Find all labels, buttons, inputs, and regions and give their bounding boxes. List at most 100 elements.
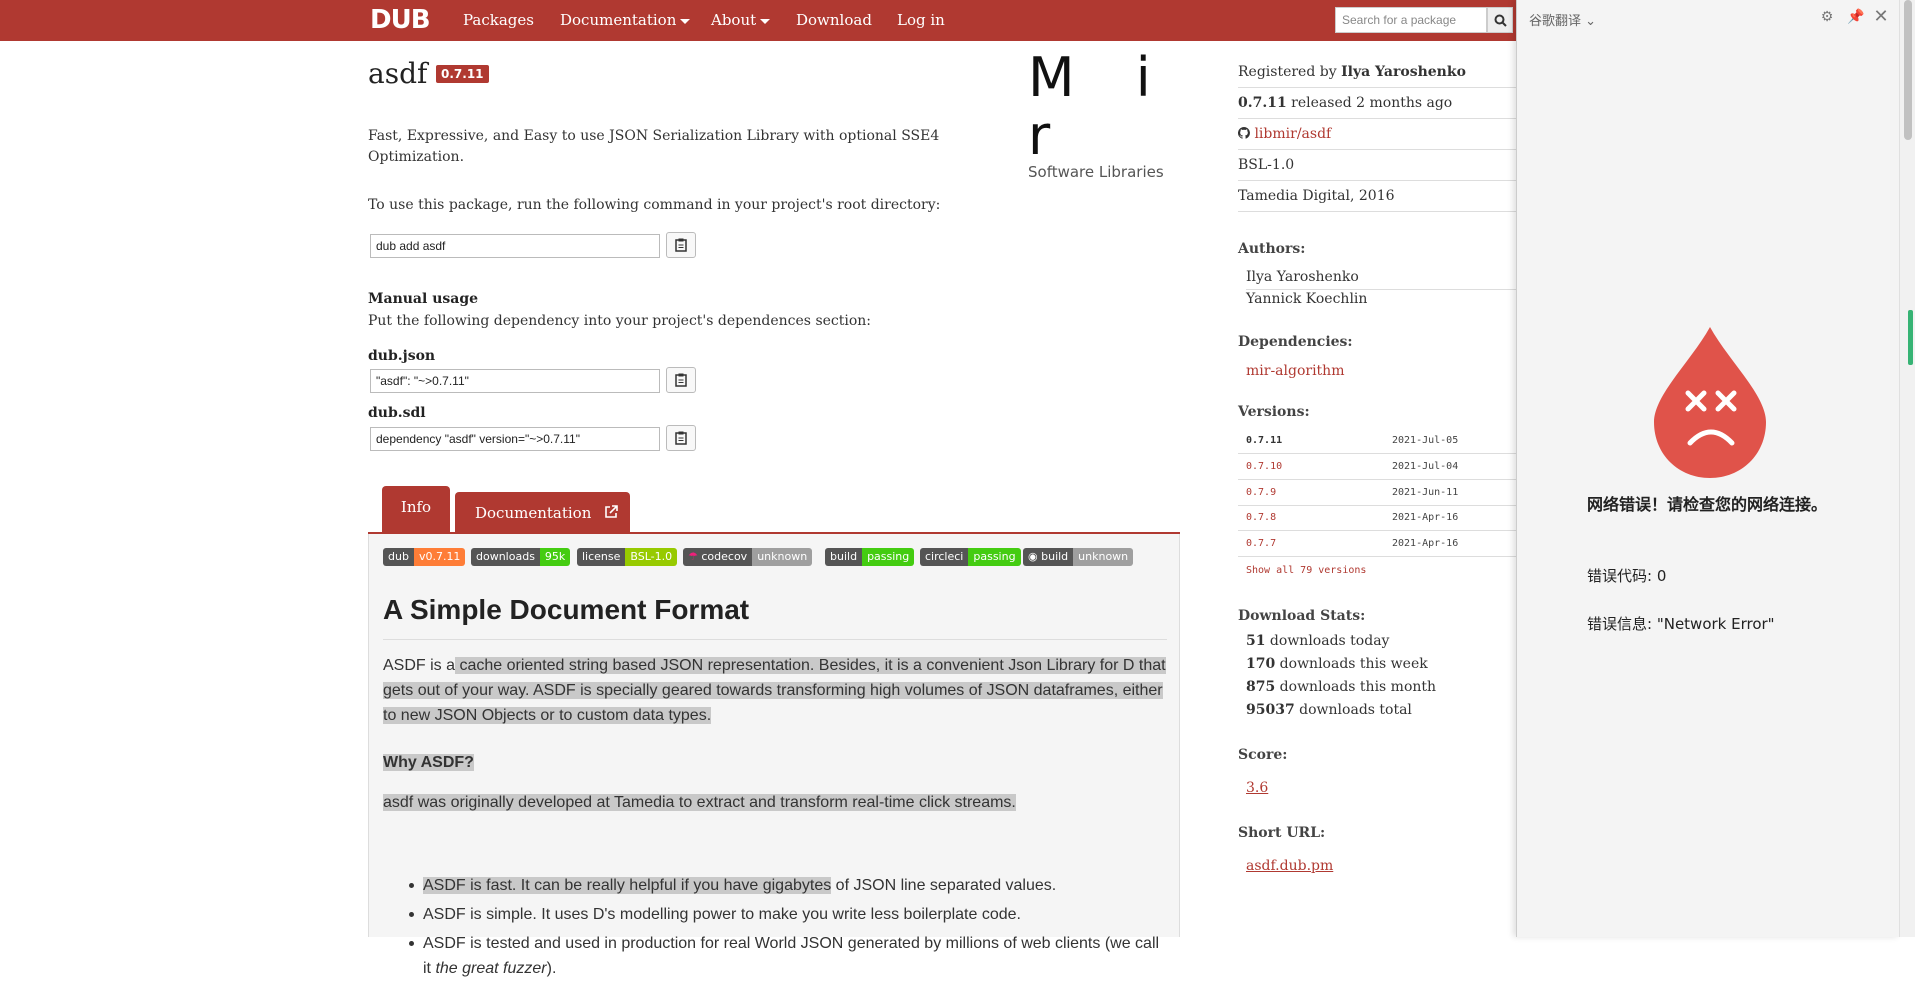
stat-text: downloads this month [1275, 679, 1437, 695]
tab-info[interactable]: Info [382, 486, 450, 533]
feature-list: ASDF is fast. It can be really helpful i… [409, 873, 1163, 985]
badge-build[interactable]: build passing [825, 548, 915, 566]
readme-highlighted-text: asdf was originally developed at Tamedia… [383, 794, 1016, 811]
sponsor-logo-small: Software Libraries [1028, 163, 1164, 181]
sponsor-logo[interactable]: M i r Software Libraries [1028, 46, 1188, 182]
badge-label-text: build [1041, 550, 1069, 563]
search-input[interactable]: Search for a package [1335, 7, 1487, 33]
version-date: 2021-Jul-05 [1392, 435, 1459, 446]
close-icon[interactable]: ✕ [1873, 8, 1889, 26]
show-all-versions-link[interactable]: Show all 79 versions [1246, 565, 1366, 576]
version-row[interactable]: 0.7.11 2021-Jul-05 [1238, 428, 1518, 454]
page-scrollbar[interactable] [1899, 0, 1915, 937]
copy-sdl-button[interactable] [666, 425, 696, 451]
error-drop-icon [1654, 327, 1766, 478]
github-icon [1237, 127, 1250, 139]
repo-link[interactable]: libmir/asdf [1254, 126, 1331, 142]
version-number: 0.7.7 [1246, 538, 1277, 549]
badge-label: build [825, 548, 863, 566]
release-info: 0.7.11 released 2 months ago [1238, 88, 1518, 119]
stat-count: 170 [1246, 656, 1276, 672]
package-title: asdf [368, 57, 428, 90]
command-field[interactable]: dub add asdf [370, 234, 660, 258]
badge-circleci[interactable]: circleci passing [920, 548, 1021, 566]
nav-packages[interactable]: Packages [463, 11, 534, 29]
download-stats-label: Download Stats: [1238, 608, 1366, 624]
list-item-text: of JSON line separated values. [831, 877, 1057, 894]
codecov-umbrella-icon: ☂ [688, 550, 698, 563]
stat-text: downloads total [1294, 702, 1412, 718]
version-date: 2021-Jul-04 [1392, 461, 1459, 472]
stat-item: 51 downloads today [1246, 633, 1389, 649]
badge-value: v0.7.11 [413, 548, 466, 566]
error-code: 错误代码: 0 [1587, 567, 1667, 585]
dub-json-label: dub.json [368, 348, 436, 364]
tab-documentation[interactable]: Documentation [455, 492, 630, 533]
nav-documentation[interactable]: Documentation [560, 11, 691, 29]
list-item-emphasis: the great fuzzer [435, 960, 547, 977]
short-url-link[interactable]: asdf.dub.pm [1246, 858, 1333, 874]
version-row[interactable]: 0.7.7 2021-Apr-16 [1238, 531, 1518, 557]
translate-title[interactable]: 谷歌翻译 ⌄ [1529, 10, 1596, 29]
nav-download[interactable]: Download [796, 11, 872, 29]
badge-dub[interactable]: dub v0.7.11 [383, 548, 466, 566]
stat-text: downloads today [1265, 633, 1390, 649]
nav-about[interactable]: About [711, 11, 771, 29]
list-item: ASDF is simple. It uses D's modelling po… [409, 902, 1163, 927]
badge-label-text: codecov [701, 550, 748, 563]
clipboard-icon [675, 431, 687, 445]
badge-label: circleci [920, 548, 969, 566]
version-number: 0.7.10 [1246, 461, 1283, 472]
stat-count: 875 [1246, 679, 1276, 695]
version-date: 2021-Apr-16 [1392, 538, 1459, 549]
chevron-down-icon: ⌄ [1585, 14, 1597, 29]
badge-label: ◉ build [1023, 548, 1074, 566]
version-row[interactable]: 0.7.9 2021-Jun-11 [1238, 480, 1518, 506]
dub-logo[interactable]: DUB [370, 6, 431, 34]
badge-license[interactable]: license BSL-1.0 [577, 548, 678, 566]
copy-json-button[interactable] [666, 367, 696, 393]
stat-item: 875 downloads this month [1246, 679, 1436, 695]
registered-by-name: Ilya Yaroshenko [1341, 64, 1466, 80]
badge-downloads[interactable]: downloads 95k [471, 548, 571, 566]
version-row[interactable]: 0.7.8 2021-Apr-16 [1238, 505, 1518, 531]
sponsor-logo-big: M i r [1028, 46, 1173, 167]
pin-icon[interactable]: 📌 [1847, 9, 1864, 25]
registered-prefix: Registered by [1238, 64, 1342, 80]
released-version: 0.7.11 [1238, 95, 1287, 111]
version-row[interactable]: 0.7.10 2021-Jul-04 [1238, 454, 1518, 480]
gear-icon[interactable]: ⚙ [1819, 9, 1835, 25]
versions-label: Versions: [1238, 404, 1310, 420]
author-item: Yannick Koechlin [1246, 291, 1368, 307]
badge-value: 95k [539, 548, 571, 566]
badge-codecov[interactable]: ☂ codecov unknown [683, 548, 813, 566]
short-url-label: Short URL: [1238, 825, 1326, 841]
use-instructions: To use this package, run the following c… [368, 197, 941, 213]
copy-command-button[interactable] [666, 232, 696, 258]
clipboard-icon [675, 238, 687, 252]
nav-login[interactable]: Log in [897, 11, 945, 29]
registered-by: Registered by Ilya Yaroshenko [1238, 57, 1518, 88]
author-item: Ilya Yaroshenko [1246, 265, 1518, 290]
package-main: asdf 0.7.11 M i r Software Libraries Fas… [368, 41, 1180, 977]
score-link[interactable]: 3.6 [1246, 780, 1268, 796]
list-item: ASDF is tested and used in production fo… [409, 931, 1163, 981]
error-message: 错误信息: "Network Error" [1587, 615, 1775, 633]
dub-sdl-label: dub.sdl [368, 405, 426, 421]
stat-count: 51 [1246, 633, 1266, 649]
dub-json-field[interactable]: "asdf": "~>0.7.11" [370, 369, 660, 393]
package-description: Fast, Expressive, and Easy to use JSON S… [368, 128, 940, 165]
scrollbar-thumb[interactable] [1904, 0, 1912, 140]
badge-build-2[interactable]: ◉ build unknown [1023, 548, 1134, 566]
badge-label: dub [383, 548, 414, 566]
dub-sdl-field[interactable]: dependency "asdf" version="~>0.7.11" [370, 427, 660, 451]
score-label: Score: [1238, 747, 1288, 763]
readme-heading: A Simple Document Format [383, 594, 750, 625]
badge-value: BSL-1.0 [625, 548, 678, 566]
search-button[interactable] [1487, 7, 1513, 33]
tab-documentation-label: Documentation [475, 504, 592, 522]
readme-paragraph-2: asdf was originally developed at Tamedia… [383, 790, 1173, 815]
badge-value: passing [968, 548, 1021, 566]
version-date: 2021-Jun-11 [1392, 487, 1459, 498]
dependency-link[interactable]: mir-algorithm [1246, 363, 1344, 379]
